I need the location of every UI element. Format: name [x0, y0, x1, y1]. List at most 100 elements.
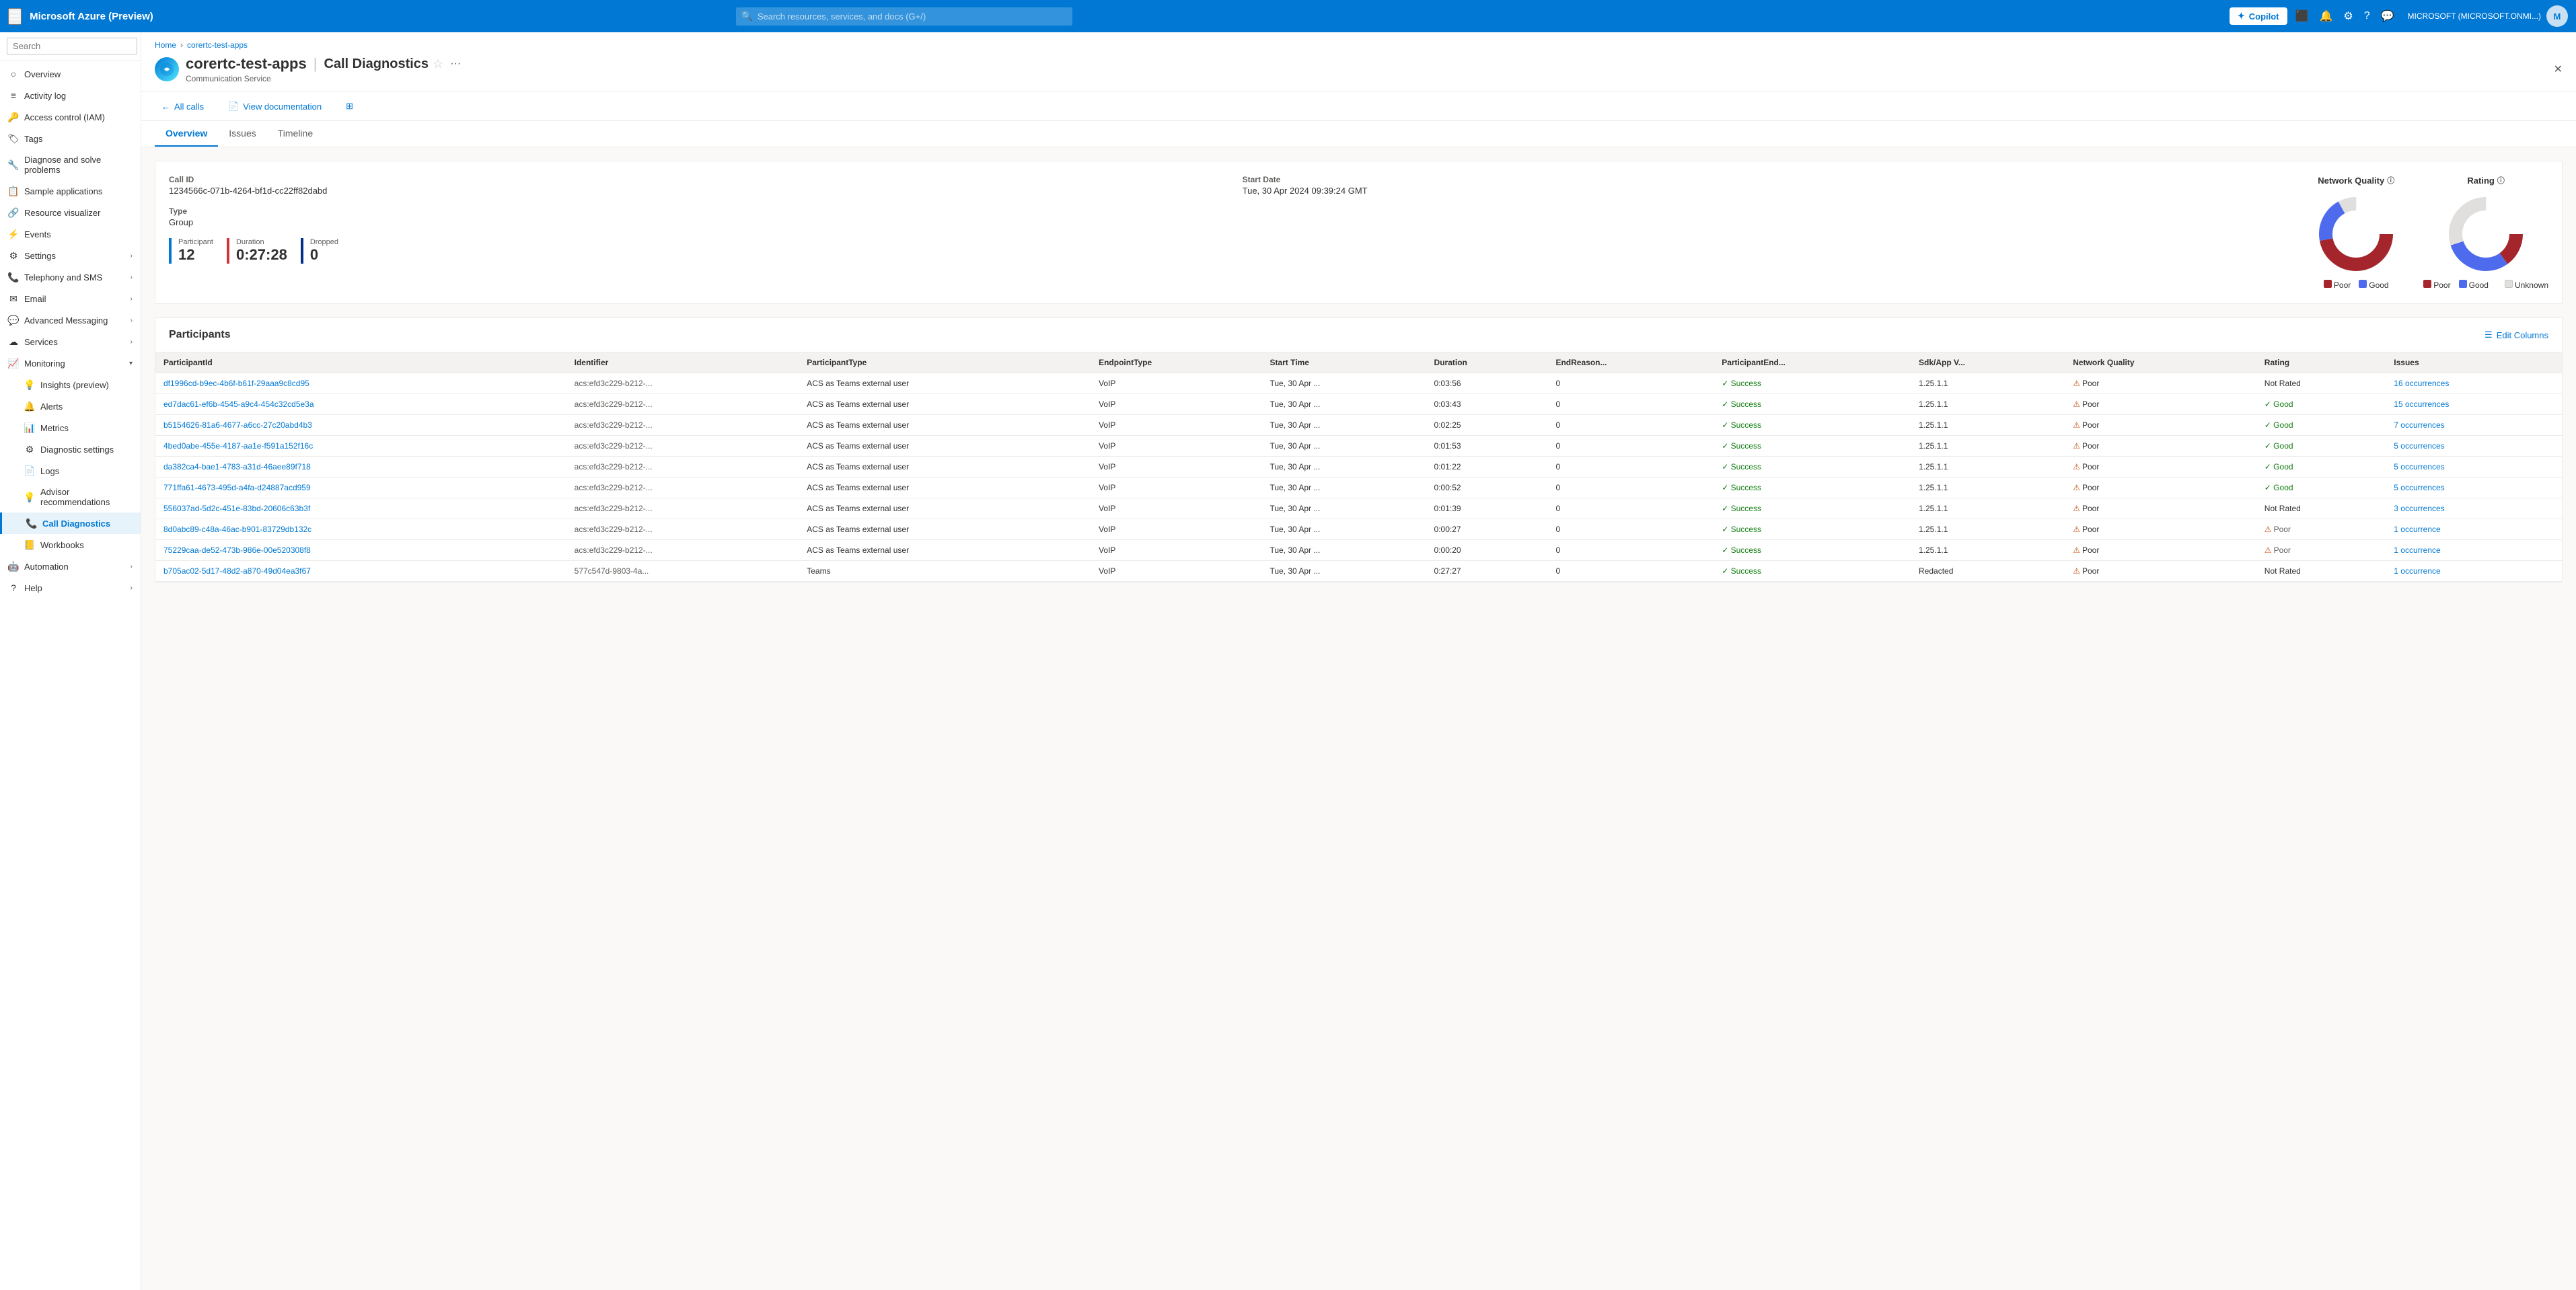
call-info-charts: Network Quality ⓘ	[2316, 175, 2548, 290]
cell-issues[interactable]: 3 occurrences	[2386, 498, 2562, 519]
notifications-button[interactable]: 🔔	[2316, 7, 2335, 26]
cell-participant-id[interactable]: 556037ad-5d2c-451e-83bd-20606c63b3f	[155, 498, 566, 519]
cell-issues[interactable]: 16 occurrences	[2386, 373, 2562, 394]
cell-sdk-version: 1.25.1.1	[1911, 457, 2065, 478]
sidebar-item-advanced-messaging[interactable]: 💬 Advanced Messaging ›	[0, 309, 141, 331]
feedback-button[interactable]: 💬	[2378, 7, 2397, 26]
sidebar-item-settings[interactable]: ⚙ Settings ›	[0, 245, 141, 266]
cell-identifier: acs:efd3c229-b212-...	[566, 519, 799, 540]
insights-icon: 💡	[24, 379, 35, 390]
sidebar-item-diagnostic-settings[interactable]: ⚙ Diagnostic settings	[0, 439, 141, 460]
breadcrumb-resource[interactable]: corertc-test-apps	[187, 40, 248, 50]
hamburger-menu-button[interactable]: ☰	[8, 8, 22, 25]
cell-network-quality: ⚠ Poor	[2065, 436, 2256, 457]
cell-issues[interactable]: 1 occurrence	[2386, 519, 2562, 540]
call-info-card: Call ID 1234566c-071b-4264-bf1d-cc22ff82…	[155, 161, 2563, 304]
sidebar-item-telephony[interactable]: 📞 Telephony and SMS ›	[0, 266, 141, 288]
cell-participant-id[interactable]: 771ffa61-4673-495d-a4fa-d24887acd959	[155, 478, 566, 498]
portal-button[interactable]: ⬛	[2293, 7, 2312, 26]
global-search-input[interactable]	[736, 7, 1072, 26]
cell-endpoint-type: VoIP	[1091, 498, 1261, 519]
cell-participant-id[interactable]: 4bed0abe-455e-4187-aa1e-f591a152f16c	[155, 436, 566, 457]
cell-end-reason: 0	[1547, 436, 1714, 457]
edit-columns-button[interactable]: ☰ Edit Columns	[2485, 330, 2548, 340]
col-duration: Duration	[1426, 352, 1548, 373]
cell-participant-id[interactable]: b705ac02-5d17-48d2-a870-49d04ea3f67	[155, 561, 566, 582]
sidebar-item-diagnose[interactable]: 🔧 Diagnose and solve problems	[0, 149, 141, 180]
resource-icon	[155, 57, 179, 81]
cell-issues[interactable]: 1 occurrence	[2386, 561, 2562, 582]
view-documentation-button[interactable]: 📄 View documentation	[221, 98, 328, 115]
call-info-grid: Call ID 1234566c-071b-4264-bf1d-cc22ff82…	[169, 175, 2548, 290]
cell-participant-id[interactable]: b5154626-81a6-4677-a6cc-27c20abd4b3	[155, 415, 566, 436]
alerts-icon: 🔔	[24, 401, 35, 412]
cell-issues[interactable]: 15 occurrences	[2386, 394, 2562, 415]
cell-sdk-version: Redacted	[1911, 561, 2065, 582]
cell-participant-end: ✓ Success	[1714, 498, 1911, 519]
sidebar-item-help[interactable]: ? Help ›	[0, 577, 141, 599]
resource-name: corertc-test-apps	[186, 55, 307, 73]
cell-participant-id[interactable]: df1996cd-b9ec-4b6f-b61f-29aaa9c8cd95	[155, 373, 566, 394]
table-row: df1996cd-b9ec-4b6f-b61f-29aaa9c8cd95 acs…	[155, 373, 2562, 394]
cell-participant-end: ✓ Success	[1714, 561, 1911, 582]
network-quality-info-icon[interactable]: ⓘ	[2387, 175, 2394, 186]
sidebar-item-logs[interactable]: 📄 Logs	[0, 460, 141, 482]
rating-info-icon[interactable]: ⓘ	[2497, 175, 2505, 186]
call-stats: Participant 12 Duration 0:27:28 Dropped …	[169, 238, 1216, 264]
cell-issues[interactable]: 7 occurrences	[2386, 415, 2562, 436]
help-button[interactable]: ?	[2361, 7, 2373, 25]
sidebar-item-events[interactable]: ⚡ Events	[0, 223, 141, 245]
cell-participant-end: ✓ Success	[1714, 373, 1911, 394]
close-button[interactable]: ✕	[2554, 63, 2563, 76]
cell-participant-id[interactable]: 8d0abc89-c48a-46ac-b901-83729db132c	[155, 519, 566, 540]
cell-start-time: Tue, 30 Apr ...	[1261, 478, 1426, 498]
sidebar-item-monitoring[interactable]: 📈 Monitoring ▾	[0, 352, 141, 374]
sidebar-item-email[interactable]: ✉ Email ›	[0, 288, 141, 309]
cell-identifier: acs:efd3c229-b212-...	[566, 436, 799, 457]
cell-network-quality: ⚠ Poor	[2065, 373, 2256, 394]
copilot-button[interactable]: ✦ Copilot	[2230, 7, 2287, 25]
more-options-icon[interactable]: ···	[450, 58, 461, 70]
sidebar-item-overview[interactable]: ○ Overview	[0, 63, 141, 85]
events-icon: ⚡	[8, 229, 19, 239]
advanced-messaging-chevron-icon: ›	[131, 317, 133, 324]
cell-issues[interactable]: 5 occurrences	[2386, 436, 2562, 457]
cell-network-quality: ⚠ Poor	[2065, 394, 2256, 415]
sidebar-item-insights[interactable]: 💡 Insights (preview)	[0, 374, 141, 395]
sidebar-item-services[interactable]: ☁ Services ›	[0, 331, 141, 352]
avatar[interactable]: M	[2546, 5, 2568, 27]
cell-issues[interactable]: 5 occurrences	[2386, 478, 2562, 498]
cell-participant-id[interactable]: 75229caa-de52-473b-986e-00e520308f8	[155, 540, 566, 561]
breadcrumb-home[interactable]: Home	[155, 40, 176, 50]
cell-duration: 0:02:25	[1426, 415, 1548, 436]
all-calls-button[interactable]: ← All calls	[155, 98, 211, 115]
favorite-star-icon[interactable]: ☆	[433, 57, 443, 71]
cell-issues[interactable]: 1 occurrence	[2386, 540, 2562, 561]
tab-overview[interactable]: Overview	[155, 121, 218, 147]
cell-participant-id[interactable]: da382ca4-bae1-4783-a31d-46aee89f718	[155, 457, 566, 478]
sidebar-item-automation[interactable]: 🤖 Automation ›	[0, 556, 141, 577]
start-date-section: Start Date Tue, 30 Apr 2024 09:39:24 GMT	[1243, 175, 2289, 196]
cell-issues[interactable]: 5 occurrences	[2386, 457, 2562, 478]
sidebar-item-alerts[interactable]: 🔔 Alerts	[0, 395, 141, 417]
tab-timeline[interactable]: Timeline	[267, 121, 324, 147]
sidebar-item-resource-visualizer[interactable]: 🔗 Resource visualizer	[0, 202, 141, 223]
settings-button[interactable]: ⚙	[2341, 7, 2355, 26]
cell-participant-end: ✓ Success	[1714, 540, 1911, 561]
sidebar-item-sample-apps[interactable]: 📋 Sample applications	[0, 180, 141, 202]
cell-participant-id[interactable]: ed7dac61-ef6b-4545-a9c4-454c32cd5e3a	[155, 394, 566, 415]
sidebar-search-input[interactable]	[7, 38, 137, 54]
nq-good-legend: Good	[2359, 280, 2388, 290]
cell-participant-type: ACS as Teams external user	[799, 415, 1091, 436]
columns-button[interactable]: ⊞	[339, 98, 360, 115]
sidebar-item-metrics[interactable]: 📊 Metrics	[0, 417, 141, 439]
sidebar-item-advisor[interactable]: 💡 Advisor recommendations	[0, 482, 141, 513]
settings-group-icon: ⚙	[8, 250, 19, 261]
sidebar-item-tags[interactable]: 🏷 Tags	[0, 128, 141, 149]
sidebar-item-access-control[interactable]: 🔑 Access control (IAM)	[0, 106, 141, 128]
tab-issues[interactable]: Issues	[218, 121, 266, 147]
sidebar-item-workbooks[interactable]: 📒 Workbooks	[0, 534, 141, 556]
sidebar-item-call-diagnostics[interactable]: 📞 Call Diagnostics	[0, 513, 141, 534]
sidebar-item-activity-log[interactable]: ≡ Activity log	[0, 85, 141, 106]
cell-rating: ✓ Good	[2256, 436, 2386, 457]
